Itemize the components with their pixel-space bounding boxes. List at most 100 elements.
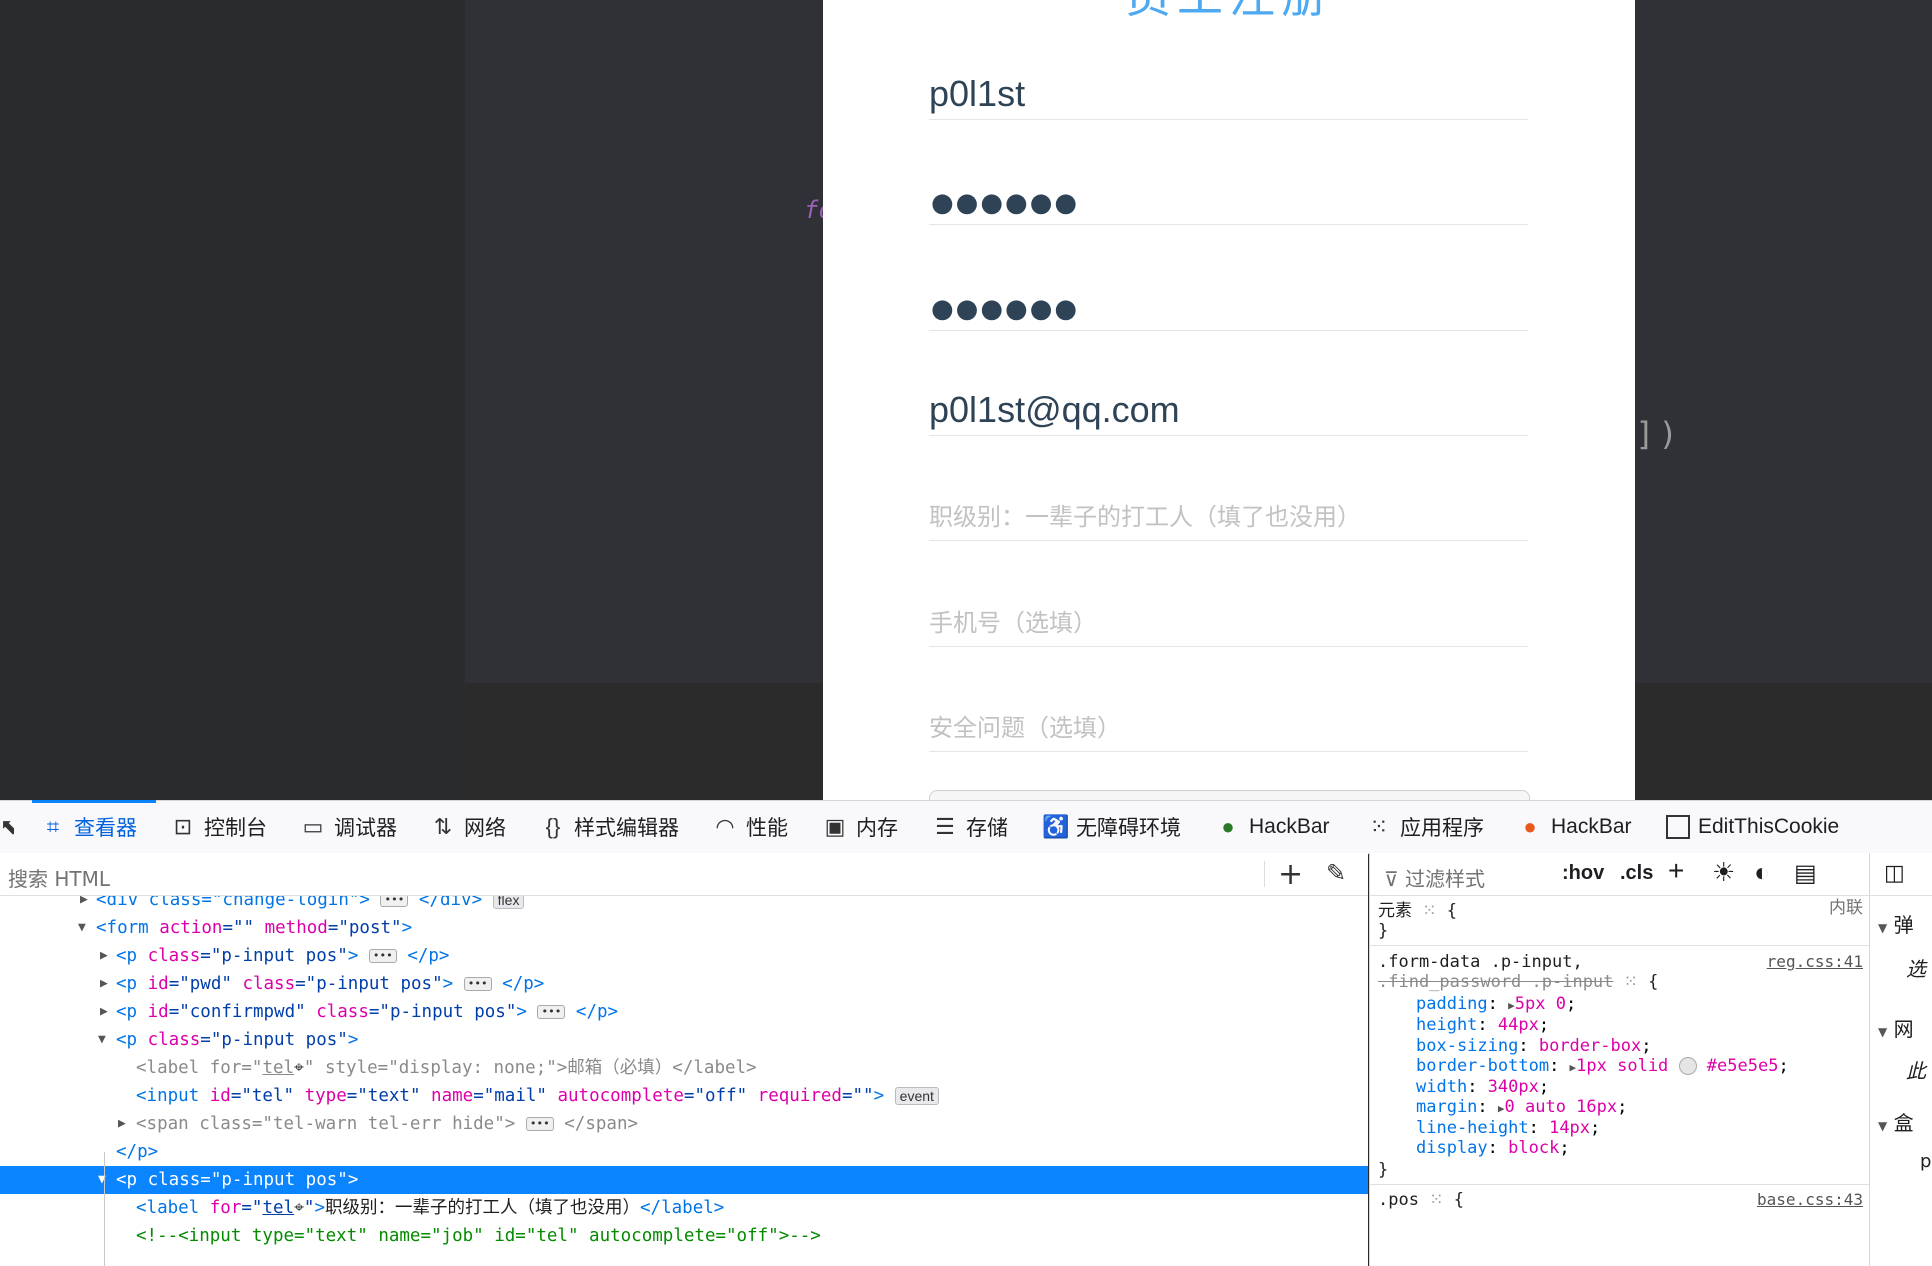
rules-toolbar: ⊽ 过滤样式 :hov .cls + ☀ ◐ ▤ bbox=[1370, 853, 1869, 896]
for-link[interactable]: tel bbox=[262, 1198, 294, 1218]
collapsed-content-badge[interactable]: ••• bbox=[525, 1117, 554, 1131]
html-search-input[interactable]: 搜索 HTML bbox=[8, 863, 110, 892]
color-swatch[interactable] bbox=[1678, 1057, 1697, 1075]
expand-arrow-icon[interactable]: ▶ bbox=[100, 942, 108, 970]
tag-end: > bbox=[347, 946, 359, 966]
attr-value: ="" bbox=[222, 918, 255, 938]
collapse-arrow-icon[interactable]: ▼ bbox=[98, 1026, 106, 1054]
decl-display[interactable]: display: block; bbox=[1416, 1136, 1570, 1160]
attr-name: id bbox=[199, 1086, 231, 1106]
attr-name: action bbox=[148, 918, 223, 938]
security-question-field[interactable]: 安全问题（选填） bbox=[929, 707, 1528, 752]
tag-end: > bbox=[401, 918, 413, 938]
tab-inspector[interactable]: ⌗ 查看器 bbox=[40, 801, 137, 853]
username-value: p0l1st bbox=[929, 73, 1026, 114]
section-grid[interactable]: ▼ 网 bbox=[1878, 1013, 1914, 1042]
light-theme-icon[interactable]: ☀ bbox=[1712, 857, 1735, 888]
eyedropper-icon[interactable]: ✎ bbox=[1326, 859, 1346, 887]
collapsed-content-badge[interactable]: ••• bbox=[368, 949, 397, 963]
tree-node-p-close[interactable]: </p> bbox=[0, 1138, 1368, 1166]
pick-element-button[interactable]: ⬉ bbox=[0, 801, 18, 853]
side-toolbar: ◫ bbox=[1870, 853, 1932, 896]
cls-button[interactable]: .cls bbox=[1620, 862, 1653, 885]
email-field[interactable]: p0l1st@qq.com bbox=[929, 389, 1528, 436]
hov-button[interactable]: :hov bbox=[1562, 862, 1604, 885]
confirm-password-field[interactable]: ●●●●●● bbox=[929, 286, 1528, 331]
for-link[interactable]: tel bbox=[262, 1058, 294, 1078]
tag-close: </span> bbox=[564, 1114, 639, 1134]
tab-hackbar-green[interactable]: ● HackBar bbox=[1215, 801, 1329, 853]
tab-memory[interactable]: ▣ 内存 bbox=[822, 801, 898, 853]
password-field[interactable]: ●●●●●● bbox=[929, 180, 1528, 225]
tree-node-pwd[interactable]: ▶ <p id="pwd" class="p-input pos"> ••• <… bbox=[0, 970, 1368, 998]
node-target-icon[interactable]: ⌖ bbox=[294, 1198, 304, 1218]
phone-field[interactable]: 手机号（选填） bbox=[929, 602, 1528, 647]
tree-node-p-input-mail[interactable]: ▼ <p class="p-input pos"> bbox=[0, 1026, 1368, 1054]
event-badge[interactable]: event bbox=[894, 1087, 939, 1105]
username-field[interactable]: p0l1st bbox=[929, 73, 1528, 120]
print-media-icon[interactable]: ▤ bbox=[1794, 859, 1817, 888]
tab-storage[interactable]: ☰ 存储 bbox=[932, 801, 1008, 853]
attr-value: ="post" bbox=[327, 918, 402, 938]
section-flexbox[interactable]: ▼ 弹 bbox=[1878, 909, 1914, 938]
add-rule-icon[interactable]: + bbox=[1668, 855, 1684, 887]
password-value: ●●●●●● bbox=[931, 188, 1080, 218]
tab-hackbar-firefox[interactable]: ● HackBar bbox=[1517, 801, 1631, 853]
tree-node-input-mail[interactable]: <input id="tel" type="text" name="mail" … bbox=[0, 1082, 1368, 1110]
expand-arrow-icon[interactable]: ▶ bbox=[100, 998, 108, 1026]
rule1-selector-2[interactable]: .find_password .p-input ⁙ { bbox=[1378, 970, 1658, 994]
tree-node-hidden-label[interactable]: <label for="tel⌖" style="display: none;"… bbox=[0, 1054, 1368, 1082]
tag-close: </div> bbox=[418, 896, 483, 910]
tree-node-change-login[interactable]: ▶ <div class="change-login"> ••• </div> … bbox=[0, 896, 1368, 914]
collapsed-content-badge[interactable]: ••• bbox=[537, 1005, 566, 1019]
expand-arrow-icon[interactable]: ▶ bbox=[1508, 999, 1515, 1012]
prop-name: margin bbox=[1416, 1097, 1478, 1117]
tree-node-job-label[interactable]: <label for="tel⌖">职级别：一辈子的打工人（填了也没用）</la… bbox=[0, 1194, 1368, 1222]
section-box-model[interactable]: ▼ 盒 bbox=[1878, 1107, 1914, 1136]
job-field[interactable]: 职级别：一辈子的打工人（填了也没用） bbox=[929, 496, 1528, 541]
expand-arrow-icon[interactable]: ▶ bbox=[1498, 1102, 1505, 1115]
prop-value: 1px solid bbox=[1576, 1056, 1669, 1076]
tab-editthiscookie[interactable]: EditThisCookie bbox=[1666, 801, 1839, 853]
expand-arrow-icon[interactable]: ▶ bbox=[100, 970, 108, 998]
tag-open: <p bbox=[116, 974, 138, 994]
element-rule-selector[interactable]: 元素 ⁙ { bbox=[1378, 899, 1457, 923]
filter-icon: ⊽ bbox=[1384, 867, 1399, 891]
collapsed-content-badge[interactable]: ••• bbox=[463, 977, 492, 991]
filter-styles-input[interactable]: ⊽ 过滤样式 bbox=[1384, 863, 1485, 892]
tab-label: 性能 bbox=[746, 817, 788, 840]
dark-theme-icon[interactable]: ◐ bbox=[1754, 857, 1770, 888]
tab-network[interactable]: ⇅ 网络 bbox=[430, 801, 506, 853]
attr-name: id bbox=[137, 974, 169, 994]
tab-style-editor[interactable]: {} 样式编辑器 bbox=[540, 801, 679, 853]
tab-debugger[interactable]: ▭ 调试器 bbox=[300, 801, 397, 853]
grid-icon: ⁙ bbox=[1422, 901, 1437, 921]
tab-console[interactable]: ⊡ 控制台 bbox=[170, 801, 267, 853]
tree-node-comment[interactable]: <!--<input type="text" name="job" id="te… bbox=[0, 1222, 1368, 1250]
collapsed-content-badge[interactable]: ••• bbox=[380, 896, 409, 907]
html-search-bar: 搜索 HTML + ✎ bbox=[0, 853, 1368, 896]
tree-node-form[interactable]: ▼ <form action="" method="post"> bbox=[0, 914, 1368, 942]
node-target-icon[interactable]: ⌖ bbox=[294, 1058, 304, 1078]
collapse-arrow-icon[interactable]: ▼ bbox=[78, 914, 86, 942]
prop-name: width bbox=[1416, 1077, 1468, 1097]
add-node-icon[interactable]: + bbox=[1278, 857, 1303, 892]
tree-node-p-input[interactable]: ▶ <p class="p-input pos"> ••• </p> bbox=[0, 942, 1368, 970]
attr-name: required bbox=[747, 1086, 842, 1106]
toggle-pane-icon[interactable]: ◫ bbox=[1884, 861, 1905, 886]
submit-button[interactable] bbox=[929, 790, 1530, 800]
rule2-selector[interactable]: .pos ⁙ { bbox=[1378, 1188, 1464, 1212]
tab-applications[interactable]: ⁙ 应用程序 bbox=[1366, 801, 1484, 853]
tab-performance[interactable]: ◠ 性能 bbox=[712, 801, 788, 853]
expand-arrow-icon[interactable]: ▶ bbox=[80, 896, 88, 914]
tag-close: </p> bbox=[575, 1002, 619, 1022]
tree-node-confirmpwd[interactable]: ▶ <p id="confirmpwd" class="p-input pos"… bbox=[0, 998, 1368, 1026]
tree-node-selected-p-input[interactable]: ▼ <p class="p-input pos"> bbox=[0, 1166, 1368, 1194]
layout-side-panel: ◫ ▼ 弹 选 ▼ 网 此 ▼ 盒 p bbox=[1869, 853, 1932, 1266]
tab-accessibility[interactable]: ♿ 无障碍环境 bbox=[1042, 801, 1181, 853]
rule2-source-link[interactable]: base.css:43 bbox=[1757, 1188, 1863, 1212]
rule1-source-link[interactable]: reg.css:41 bbox=[1767, 950, 1863, 974]
tree-node-span-warn[interactable]: ▶ <span class="tel-warn tel-err hide"> •… bbox=[0, 1110, 1368, 1138]
expand-arrow-icon[interactable]: ▶ bbox=[118, 1110, 126, 1138]
flex-badge[interactable]: flex bbox=[492, 896, 525, 909]
